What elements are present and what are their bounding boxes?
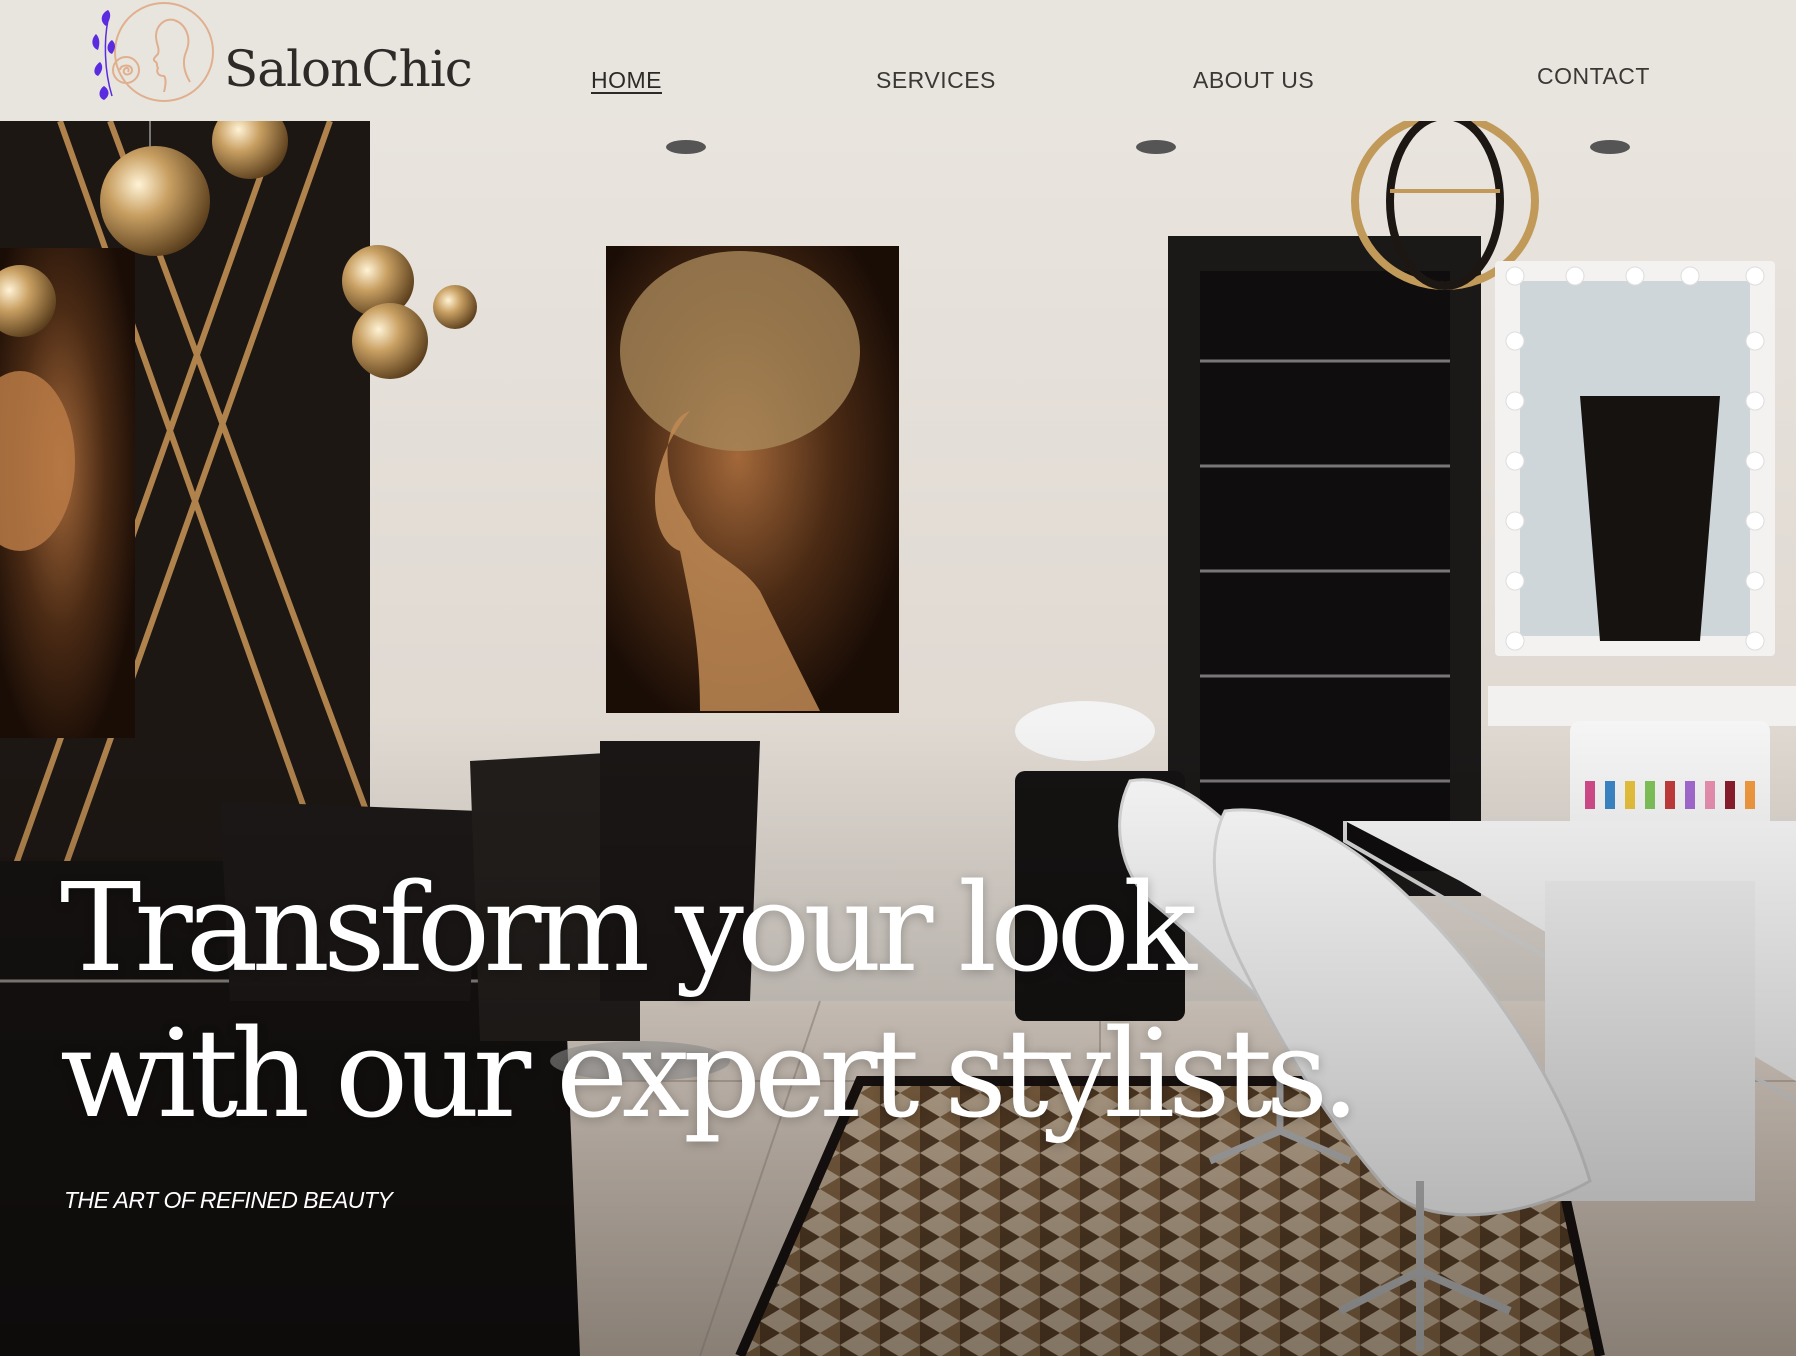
brand-name[interactable]: SalonChic	[224, 40, 473, 98]
hero-headline: Transform your look with our expert styl…	[60, 855, 1360, 1147]
nav-services-link[interactable]: SERVICES	[876, 67, 996, 94]
hero-headline-line-1: Transform your look	[60, 857, 1197, 999]
nav-contact-link[interactable]: CONTACT	[1537, 63, 1650, 90]
woman-profile-rose-logo-icon	[92, 2, 214, 102]
hero-text-block: Transform your look with our expert styl…	[60, 855, 1360, 1214]
hero-section: Transform your look with our expert styl…	[0, 121, 1796, 1356]
hero-headline-line-2: with our expert stylists.	[60, 1003, 1360, 1145]
hero-tagline: THE ART OF REFINED BEAUTY	[64, 1187, 393, 1213]
nav-home-link[interactable]: HOME	[591, 67, 662, 94]
nav-about-us-link[interactable]: ABOUT US	[1193, 67, 1314, 94]
site-header: SalonChic HOME SERVICES ABOUT US CONTACT	[0, 0, 1796, 121]
